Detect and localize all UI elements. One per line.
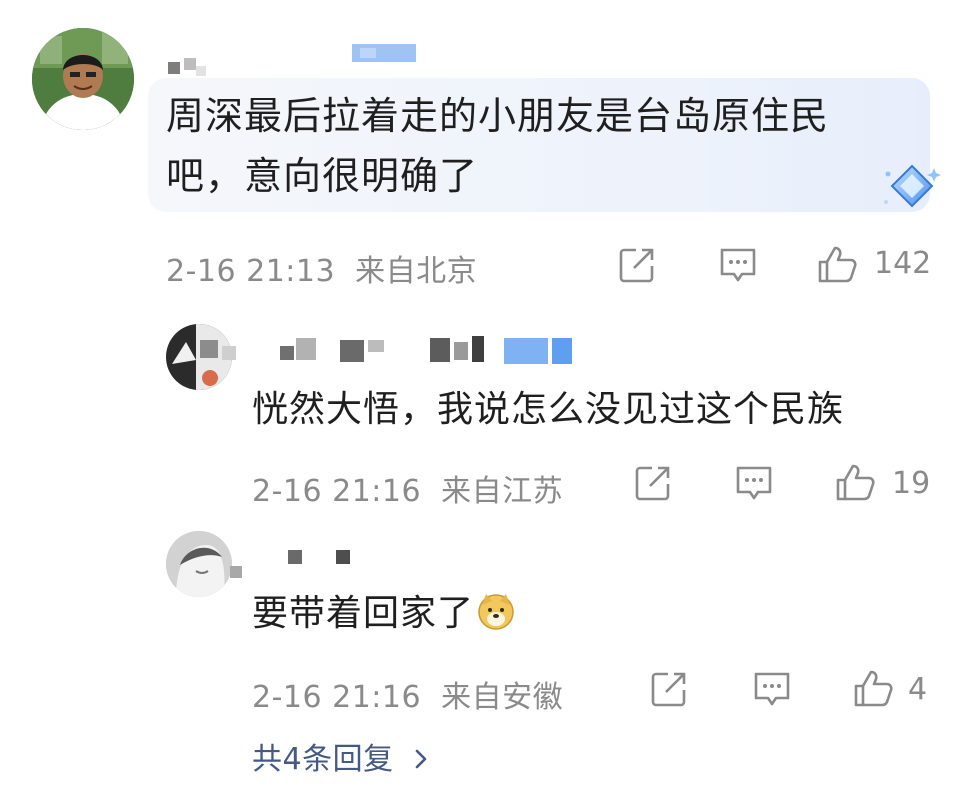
share-icon[interactable] bbox=[634, 464, 672, 502]
user-photo-icon bbox=[32, 28, 134, 130]
like-count: 19 bbox=[892, 466, 931, 501]
like-icon[interactable] bbox=[816, 244, 858, 284]
like-icon[interactable] bbox=[834, 462, 876, 502]
timestamp-text: 2-16 21:13 bbox=[166, 254, 336, 289]
like-icon[interactable] bbox=[852, 668, 894, 708]
avatar[interactable] bbox=[32, 28, 134, 130]
share-icon[interactable] bbox=[618, 246, 656, 284]
chevron-right-icon bbox=[415, 749, 426, 769]
user-photo-icon bbox=[166, 531, 232, 597]
comment-icon[interactable] bbox=[734, 464, 774, 502]
more-replies-label: 共4条回复 bbox=[252, 742, 394, 777]
reply-text: 要带着回家了 bbox=[252, 593, 475, 634]
reply-text-line: 要带着回家了 bbox=[252, 590, 516, 638]
username-redacted[interactable] bbox=[168, 58, 208, 78]
reply-timestamp: 2-16 21:16 来自安徽 bbox=[252, 672, 563, 716]
more-replies-link[interactable]: 共4条回复 bbox=[252, 734, 430, 778]
user-badge-redacted bbox=[352, 44, 416, 64]
like-count: 4 bbox=[908, 672, 928, 707]
doge-emoji-icon bbox=[478, 594, 514, 630]
comment-text: 周深最后拉着走的小朋友是台岛原住民吧，意向很明确了 bbox=[166, 94, 830, 198]
username-redacted[interactable] bbox=[230, 548, 360, 578]
comment-icon[interactable] bbox=[718, 246, 758, 284]
like-count: 142 bbox=[874, 246, 932, 281]
location-text: 来自北京 bbox=[355, 254, 478, 289]
comment-timestamp: 2-16 21:13 来自北京 bbox=[166, 246, 477, 290]
timestamp-text: 2-16 21:16 bbox=[252, 474, 422, 509]
comment-icon[interactable] bbox=[752, 670, 792, 708]
username-redacted[interactable] bbox=[200, 332, 580, 372]
reply-timestamp: 2-16 21:16 来自江苏 bbox=[252, 466, 563, 510]
location-text: 来自江苏 bbox=[441, 474, 564, 509]
avatar[interactable] bbox=[166, 531, 232, 597]
timestamp-text: 2-16 21:16 bbox=[252, 680, 422, 715]
location-text: 来自安徽 bbox=[441, 680, 564, 715]
reply-text: 恍然大悟，我说怎么没见过这个民族 bbox=[252, 389, 845, 430]
share-icon[interactable] bbox=[650, 670, 688, 708]
diamond-badge-icon bbox=[884, 164, 941, 208]
